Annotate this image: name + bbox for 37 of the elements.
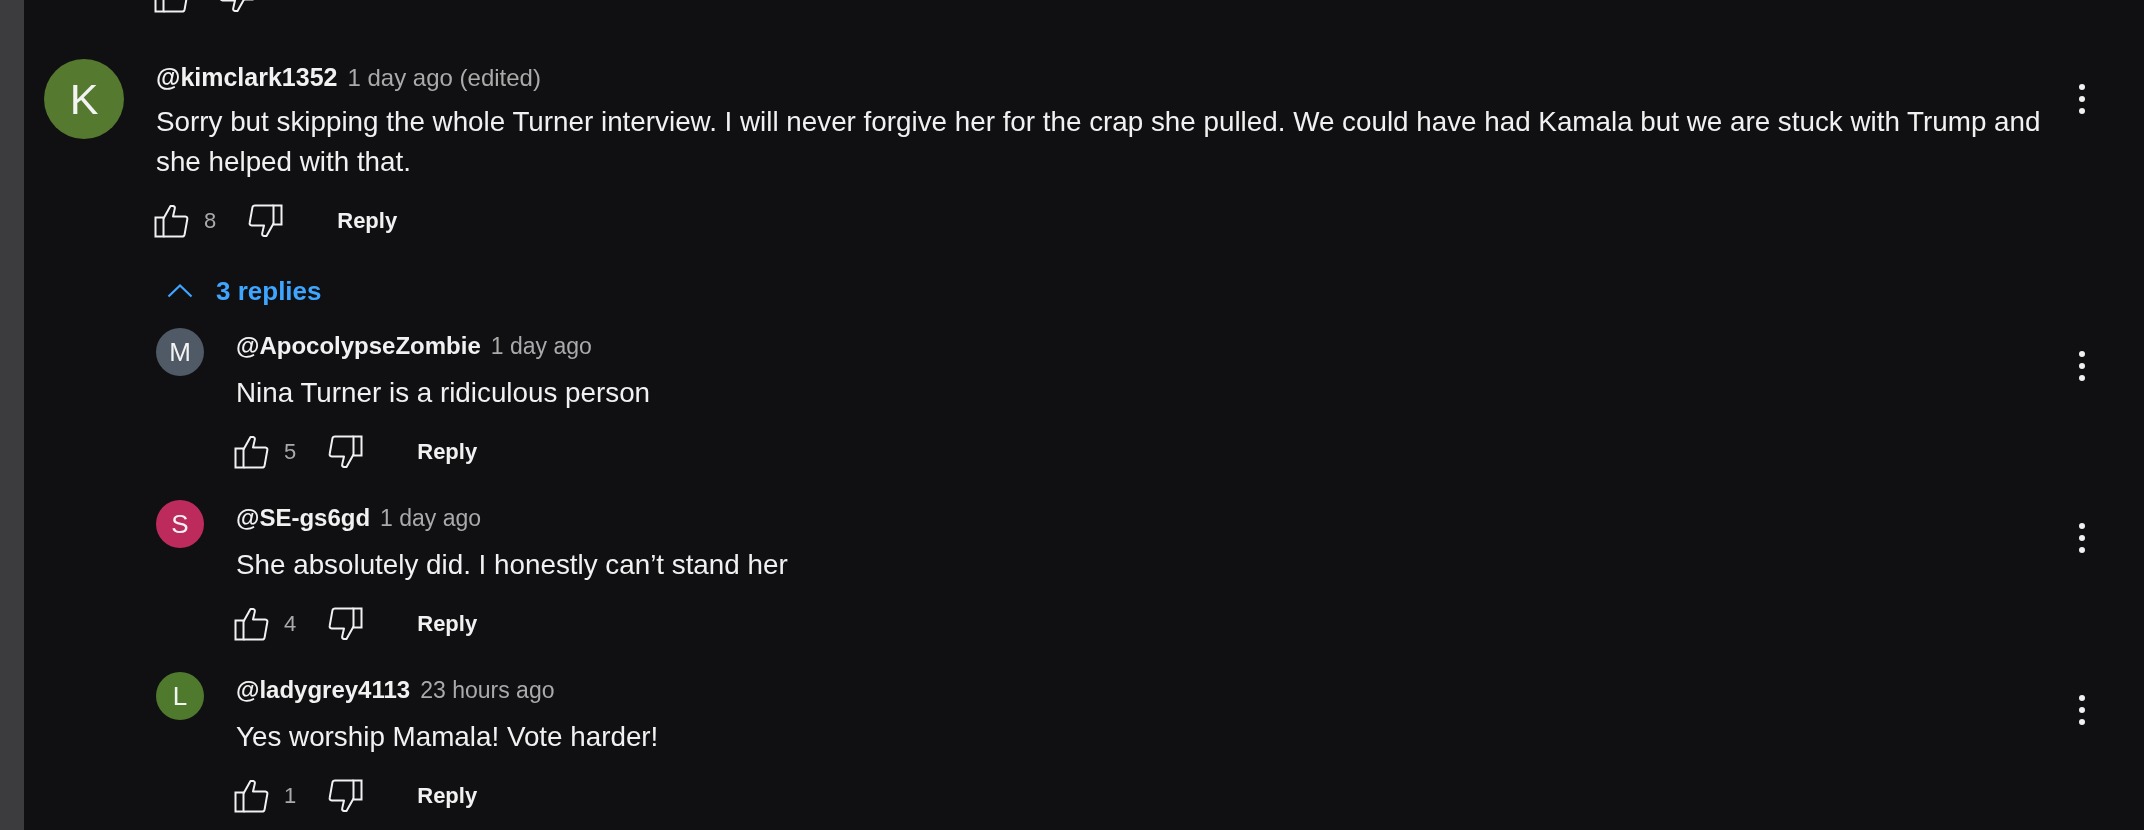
like-count: 4 — [284, 610, 297, 638]
avatar[interactable]: M — [156, 328, 204, 376]
kebab-icon — [2079, 523, 2085, 553]
timestamp: 1 day ago — [490, 332, 592, 361]
like-count: 5 — [284, 438, 297, 466]
kebab-icon — [2079, 695, 2085, 725]
comment-text: Nina Turner is a ridiculous person — [236, 376, 652, 410]
kebab-icon — [2079, 84, 2085, 114]
username[interactable]: @SE-gs6gd — [236, 503, 371, 533]
comment-text: She absolutely did. I honestly can’t stand her — [236, 548, 789, 582]
thumbs-down-icon — [328, 779, 364, 813]
reply-button[interactable]: Reply — [405, 776, 490, 816]
avatar[interactable]: L — [156, 672, 204, 720]
reply-button[interactable]: Reply — [405, 432, 490, 472]
thumbs-down-icon — [248, 204, 284, 238]
timestamp: 23 hours ago — [420, 676, 555, 705]
like-count: 1 — [284, 782, 297, 810]
avatar[interactable]: S — [156, 500, 204, 548]
username[interactable]: @ladygrey4113 — [236, 675, 411, 705]
thumbs-up-icon — [234, 607, 269, 641]
timestamp: 1 day ago — [380, 504, 482, 533]
thumbs-up-icon — [234, 779, 269, 813]
comment-text: Sorry but skipping the whole Turner interview. I will never forgive her for the crap she pulled. We could have had Kamala but we are stuck with Trump and she helped with that. — [156, 105, 2042, 179]
reply-button[interactable]: Reply — [325, 201, 410, 241]
kebab-icon — [2079, 351, 2085, 381]
username[interactable]: @kimclark1352 — [156, 62, 338, 92]
thumbs-down-icon — [328, 435, 364, 469]
like-count: 8 — [204, 207, 217, 235]
thumbs-up-icon — [154, 204, 189, 238]
reply-button[interactable]: Reply — [405, 604, 490, 644]
timestamp: 1 day ago (edited) — [347, 63, 541, 93]
comment-text: Yes worship Mamala! Vote harder! — [236, 720, 660, 754]
thumbs-up-icon — [234, 435, 269, 469]
thumbs-down-icon — [328, 607, 364, 641]
replies-toggle-button[interactable]: 3 replies — [156, 271, 336, 311]
username[interactable]: @ApocolypseZombie — [236, 331, 481, 361]
avatar[interactable]: K — [44, 59, 124, 139]
